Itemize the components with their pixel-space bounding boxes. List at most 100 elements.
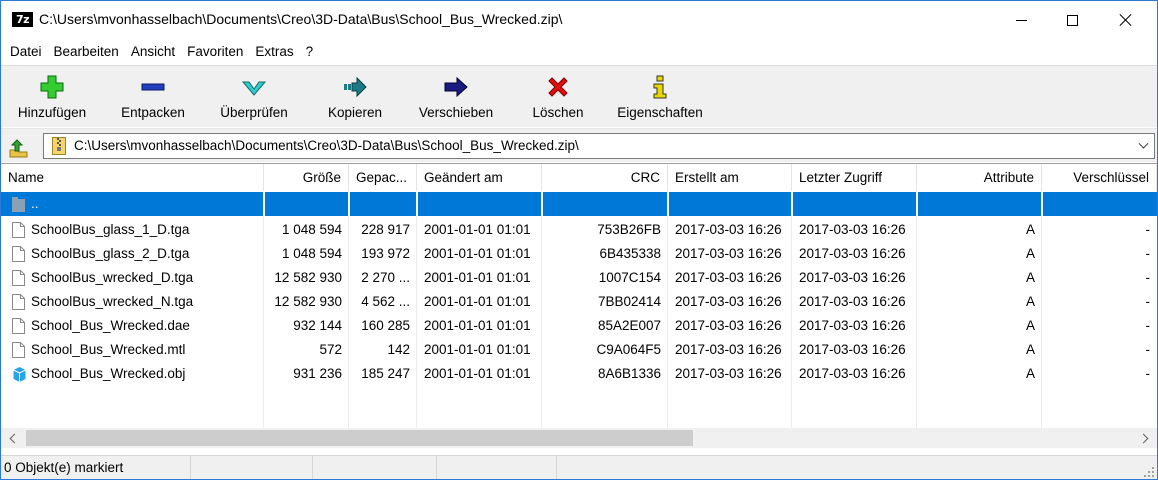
copy-label: Kopieren bbox=[327, 105, 383, 120]
file-accessed: 2017-03-03 16:26 bbox=[799, 318, 906, 333]
file-name: School_Bus_Wrecked.mtl bbox=[31, 342, 186, 357]
file-created: 2017-03-03 16:26 bbox=[675, 246, 782, 261]
file-name: .. bbox=[31, 196, 39, 211]
file-name: SchoolBus_wrecked_N.tga bbox=[31, 294, 194, 309]
title-bar[interactable]: 7z C:\Users\mvonhasselbach\Documents\Cre… bbox=[1, 1, 1157, 39]
column-header-attributes[interactable]: Attribute bbox=[917, 164, 1042, 191]
app-window: 7z C:\Users\mvonhasselbach\Documents\Cre… bbox=[0, 0, 1158, 480]
file-name: SchoolBus_wrecked_D.tga bbox=[31, 270, 194, 285]
scroll-left-button[interactable] bbox=[3, 428, 23, 448]
delete-button[interactable]: Löschen bbox=[511, 66, 605, 128]
properties-button[interactable]: Eigenschaften bbox=[612, 66, 708, 128]
extract-button[interactable]: Entpacken bbox=[106, 66, 200, 128]
copy-button[interactable]: Kopieren bbox=[308, 66, 402, 128]
maximize-button[interactable] bbox=[1049, 1, 1095, 39]
file-size: 931 236 bbox=[293, 366, 342, 381]
file-list[interactable]: Name Größe Gepac... Geändert am CRC Erst… bbox=[1, 163, 1157, 455]
status-cell-3 bbox=[313, 456, 437, 479]
file-crc: C9A064F5 bbox=[596, 342, 661, 357]
file-modified: 2001-01-01 01:01 bbox=[424, 246, 531, 261]
minimize-icon bbox=[1015, 19, 1027, 21]
close-button[interactable] bbox=[1103, 1, 1149, 39]
folder-up-icon[interactable] bbox=[7, 136, 29, 158]
file-attributes: A bbox=[1025, 246, 1035, 261]
file-accessed: 2017-03-03 16:26 bbox=[799, 222, 906, 237]
file-modified: 2001-01-01 01:01 bbox=[424, 342, 531, 357]
table-row[interactable]: SchoolBus_glass_1_D.tga 1 048 594 228 91… bbox=[1, 218, 1157, 242]
file-modified: 2001-01-01 01:01 bbox=[424, 294, 531, 309]
properties-label: Eigenschaften bbox=[617, 105, 703, 120]
menu-edit[interactable]: Bearbeiten bbox=[48, 40, 125, 64]
horizontal-scrollbar[interactable] bbox=[1, 428, 1157, 448]
move-button[interactable]: Verschieben bbox=[409, 66, 503, 128]
info-icon bbox=[653, 75, 667, 99]
plus-icon bbox=[40, 75, 64, 99]
test-button[interactable]: Überprüfen bbox=[207, 66, 301, 128]
column-header-created[interactable]: Erstellt am bbox=[668, 164, 792, 191]
chevron-down-icon bbox=[1138, 138, 1148, 149]
column-header-name[interactable]: Name bbox=[1, 164, 264, 191]
file-packed-size: 160 285 bbox=[361, 318, 410, 333]
file-attributes: A bbox=[1025, 294, 1035, 309]
minimize-button[interactable] bbox=[998, 1, 1044, 39]
menu-bar: Datei Bearbeiten Ansicht Favoriten Extra… bbox=[1, 39, 1157, 64]
file-size: 12 582 930 bbox=[274, 270, 342, 285]
table-row[interactable]: SchoolBus_wrecked_N.tga 12 582 930 4 562… bbox=[1, 290, 1157, 314]
resize-grip-icon[interactable] bbox=[1143, 466, 1155, 478]
file-crc: 1007C154 bbox=[598, 270, 661, 285]
file-modified: 2001-01-01 01:01 bbox=[424, 318, 531, 333]
file-accessed: 2017-03-03 16:26 bbox=[799, 294, 906, 309]
file-attributes: A bbox=[1025, 342, 1035, 357]
menu-favorites[interactable]: Favoriten bbox=[181, 40, 249, 64]
toolbar: Hinzufügen Entpacken Überprüfen Kopieren bbox=[1, 65, 1157, 127]
file-packed-size: 4 562 ... bbox=[361, 294, 410, 309]
address-dropdown-button[interactable] bbox=[1135, 134, 1151, 158]
column-header-row: Name Größe Gepac... Geändert am CRC Erst… bbox=[1, 164, 1157, 191]
status-cell-2 bbox=[191, 456, 313, 479]
file-created: 2017-03-03 16:26 bbox=[675, 222, 782, 237]
window-title: C:\Users\mvonhasselbach\Documents\Creo\3… bbox=[39, 11, 563, 27]
file-crc: 7BB02414 bbox=[597, 294, 661, 309]
file-packed-size: 228 917 bbox=[361, 222, 410, 237]
file-created: 2017-03-03 16:26 bbox=[675, 342, 782, 357]
add-label: Hinzufügen bbox=[17, 105, 87, 120]
table-row[interactable]: School_Bus_Wrecked.dae 932 144 160 285 2… bbox=[1, 314, 1157, 338]
table-row[interactable]: School_Bus_Wrecked.mtl 572 142 2001-01-0… bbox=[1, 338, 1157, 362]
extract-label: Entpacken bbox=[121, 105, 185, 120]
file-packed-size: 142 bbox=[387, 342, 410, 357]
file-attributes: A bbox=[1025, 318, 1035, 333]
scroll-right-button[interactable] bbox=[1135, 428, 1155, 448]
column-header-packed[interactable]: Gepac... bbox=[349, 164, 417, 191]
add-button[interactable]: Hinzufügen bbox=[5, 66, 99, 128]
file-size: 12 582 930 bbox=[274, 294, 342, 309]
address-field[interactable]: C:\Users\mvonhasselbach\Documents\Creo\3… bbox=[43, 133, 1155, 159]
file-crc: 6B435338 bbox=[599, 246, 661, 261]
menu-view[interactable]: Ansicht bbox=[125, 40, 181, 64]
table-row[interactable]: SchoolBus_wrecked_D.tga 12 582 930 2 270… bbox=[1, 266, 1157, 290]
chevron-left-icon bbox=[9, 433, 20, 443]
file-modified: 2001-01-01 01:01 bbox=[424, 366, 531, 381]
file-attributes: A bbox=[1025, 222, 1035, 237]
parent-folder-row[interactable]: .. bbox=[1, 192, 1157, 216]
table-row[interactable]: SchoolBus_glass_2_D.tga 1 048 594 193 97… bbox=[1, 242, 1157, 266]
address-bar: C:\Users\mvonhasselbach\Documents\Creo\3… bbox=[1, 128, 1157, 162]
column-header-modified[interactable]: Geändert am bbox=[417, 164, 542, 191]
selection-status: 0 Objekt(e) markiert bbox=[1, 456, 191, 479]
file-encrypted: - bbox=[1145, 294, 1151, 309]
delete-x-icon bbox=[548, 77, 568, 97]
menu-tools[interactable]: Extras bbox=[249, 40, 299, 64]
menu-file[interactable]: Datei bbox=[4, 40, 48, 64]
file-modified: 2001-01-01 01:01 bbox=[424, 222, 531, 237]
column-header-crc[interactable]: CRC bbox=[542, 164, 668, 191]
column-header-size[interactable]: Größe bbox=[264, 164, 349, 191]
column-header-accessed[interactable]: Letzter Zugriff bbox=[792, 164, 917, 191]
file-accessed: 2017-03-03 16:26 bbox=[799, 366, 906, 381]
scroll-thumb[interactable] bbox=[26, 430, 693, 446]
file-accessed: 2017-03-03 16:26 bbox=[799, 342, 906, 357]
menu-help[interactable]: ? bbox=[300, 40, 320, 64]
file-encrypted: - bbox=[1145, 318, 1151, 333]
file-size: 1 048 594 bbox=[281, 246, 342, 261]
column-header-encrypted[interactable]: Verschlüssel bbox=[1042, 164, 1157, 191]
table-row[interactable]: School_Bus_Wrecked.obj 931 236 185 247 2… bbox=[1, 362, 1157, 386]
file-encrypted: - bbox=[1145, 366, 1151, 381]
